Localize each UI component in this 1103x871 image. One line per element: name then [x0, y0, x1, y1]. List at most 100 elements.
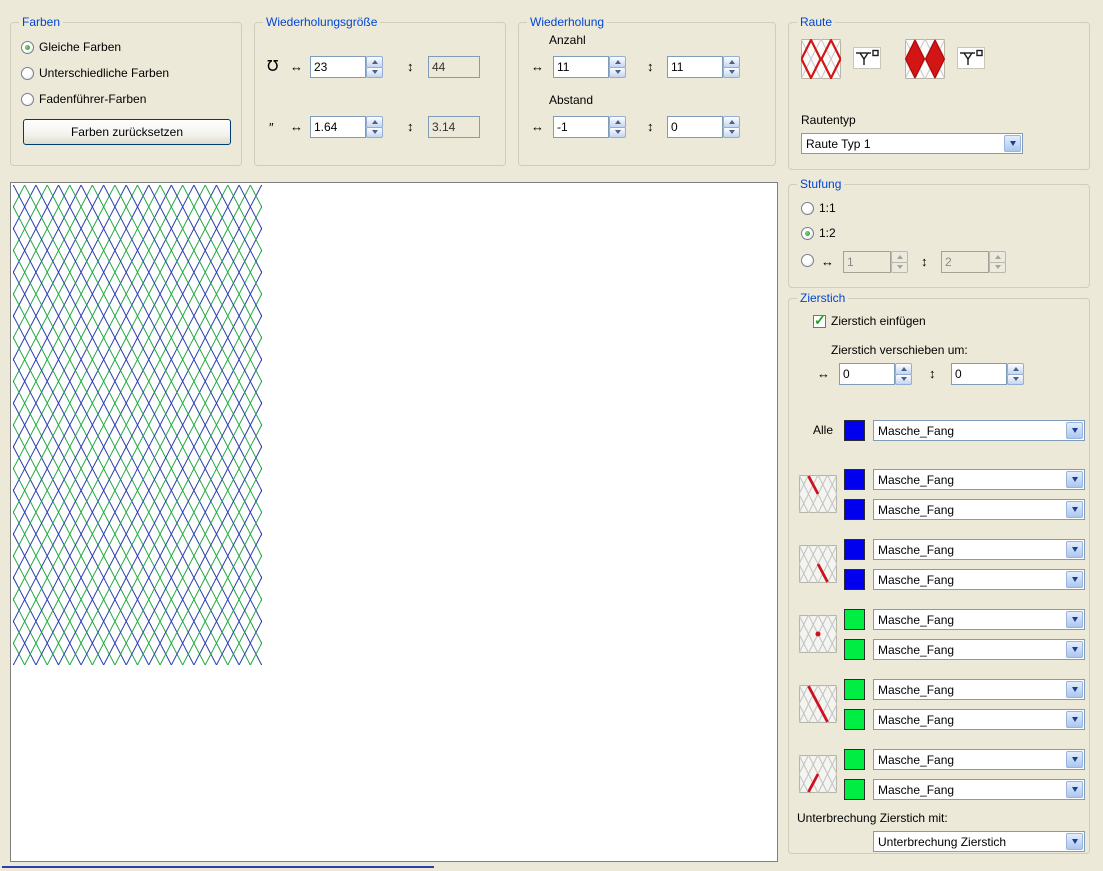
checkbox-icon[interactable] [813, 315, 826, 328]
pattern-canvas[interactable] [10, 182, 778, 862]
radio-icon[interactable] [21, 93, 34, 106]
anzahl-v-input[interactable] [667, 56, 723, 78]
wiederholung-group: Wiederholung Anzahl ↔ ↕ Abstand ↔ ↕ [518, 22, 776, 166]
zierstich-stitch-select[interactable]: Masche_Fang [873, 779, 1085, 800]
spin-down-button[interactable] [609, 127, 626, 139]
radio-stufung-custom[interactable] [801, 253, 814, 267]
chevron-down-icon[interactable] [1066, 751, 1083, 768]
radio-fadenfuehrer-farben[interactable]: Fadenführer-Farben [21, 92, 146, 106]
abstand-h-spinner[interactable] [609, 116, 626, 138]
spin-up-button[interactable] [895, 363, 912, 375]
chevron-down-icon[interactable] [1066, 422, 1083, 439]
color-swatch[interactable] [844, 499, 865, 520]
stufung-v-input [941, 251, 989, 273]
zierstich-stitch-select[interactable]: Masche_Fang [873, 569, 1085, 590]
color-swatch[interactable] [844, 709, 865, 730]
abstand-v-input[interactable] [667, 116, 723, 138]
radio-stufung-1-1[interactable]: 1:1 [801, 201, 836, 215]
chevron-down-icon[interactable] [1066, 833, 1083, 850]
zierstich-einfuegen-checkbox[interactable]: Zierstich einfügen [813, 314, 926, 328]
color-swatch[interactable] [844, 749, 865, 770]
chevron-down-icon[interactable] [1066, 501, 1083, 518]
spin-up-button[interactable] [1007, 363, 1024, 375]
spin-up-button[interactable] [723, 56, 740, 68]
radio-gleiche-farben[interactable]: Gleiche Farben [21, 40, 121, 54]
combo-value: Masche_Fang [874, 473, 1065, 487]
chevron-down-icon[interactable] [1066, 781, 1083, 798]
color-swatch[interactable] [844, 639, 865, 660]
color-swatch[interactable] [844, 779, 865, 800]
spin-up-button[interactable] [609, 56, 626, 68]
radio-icon[interactable] [801, 227, 814, 240]
color-swatch[interactable] [844, 420, 865, 441]
radio-stufung-1-2[interactable]: 1:2 [801, 226, 836, 240]
chevron-down-icon[interactable] [1004, 135, 1021, 152]
radio-icon[interactable] [801, 202, 814, 215]
chevron-down-icon[interactable] [1066, 681, 1083, 698]
zierstich-shift-h-input[interactable] [839, 363, 895, 385]
v-arrow-icon: ↕ [647, 120, 654, 134]
zierstich-stitch-select[interactable]: Masche_Fang [873, 609, 1085, 630]
spin-down-button[interactable] [366, 127, 383, 139]
abstand-v-spinner[interactable] [723, 116, 740, 138]
zierstich-row-icon [799, 475, 837, 513]
spin-up-button [989, 251, 1006, 263]
anzahl-h-input[interactable] [553, 56, 609, 78]
anzahl-h-spinner[interactable] [609, 56, 626, 78]
repeat-width-spinner[interactable] [366, 56, 383, 78]
needle-selection-icon[interactable] [957, 47, 985, 69]
anzahl-v-spinner[interactable] [723, 56, 740, 78]
zierstich-stitch-select[interactable]: Masche_Fang [873, 709, 1085, 730]
chevron-down-icon[interactable] [1066, 611, 1083, 628]
zierstich-shift-h-spinner[interactable] [895, 363, 912, 385]
rautentyp-select[interactable]: Raute Typ 1 [801, 133, 1023, 154]
spin-up-button[interactable] [366, 56, 383, 68]
zierstich-stitch-select[interactable]: Masche_Fang [873, 499, 1085, 520]
chevron-down-icon[interactable] [1066, 711, 1083, 728]
repeat-width-inches-input[interactable] [310, 116, 366, 138]
spin-up-button[interactable] [366, 116, 383, 128]
spin-up-button[interactable] [609, 116, 626, 128]
chevron-down-icon[interactable] [1066, 541, 1083, 558]
zierstich-shift-v-input[interactable] [951, 363, 1007, 385]
chevron-down-icon[interactable] [1066, 571, 1083, 588]
farben-zuruecksetzen-button[interactable]: Farben zurücksetzen [23, 119, 231, 145]
spin-down-button[interactable] [895, 374, 912, 386]
spin-down-button[interactable] [1007, 374, 1024, 386]
color-swatch[interactable] [844, 569, 865, 590]
radio-icon[interactable] [21, 41, 34, 54]
h-arrow-icon: ↔ [817, 367, 830, 381]
color-swatch[interactable] [844, 539, 865, 560]
unterbrechung-select[interactable]: Unterbrechung Zierstich [873, 831, 1085, 852]
raute-outline-icon[interactable] [801, 39, 841, 79]
chevron-down-icon[interactable] [1066, 641, 1083, 658]
zierstich-shift-v-spinner[interactable] [1007, 363, 1024, 385]
repeat-width-inches-spinner[interactable] [366, 116, 383, 138]
spin-down-button[interactable] [723, 127, 740, 139]
raute-filled-icon[interactable] [905, 39, 945, 79]
chevron-down-icon[interactable] [1066, 471, 1083, 488]
radio-icon[interactable] [21, 67, 34, 80]
zierstich-stitch-select[interactable]: Masche_Fang [873, 749, 1085, 770]
repeat-width-stitches-input[interactable] [310, 56, 366, 78]
radio-label: 1:2 [819, 226, 836, 240]
alle-stitch-select[interactable]: Masche_Fang [873, 420, 1085, 441]
spin-up-button[interactable] [723, 116, 740, 128]
color-swatch[interactable] [844, 679, 865, 700]
zierstich-stitch-select[interactable]: Masche_Fang [873, 539, 1085, 560]
radio-label: Gleiche Farben [39, 40, 121, 54]
color-swatch[interactable] [844, 469, 865, 490]
zierstich-stitch-select[interactable]: Masche_Fang [873, 639, 1085, 660]
spin-down-button[interactable] [366, 67, 383, 79]
abstand-label: Abstand [549, 93, 593, 107]
zierstich-stitch-select[interactable]: Masche_Fang [873, 679, 1085, 700]
radio-unterschiedliche-farben[interactable]: Unterschiedliche Farben [21, 66, 169, 80]
spin-down-button[interactable] [723, 67, 740, 79]
radio-icon[interactable] [801, 254, 814, 267]
spin-down-button[interactable] [609, 67, 626, 79]
zierstich-stitch-select[interactable]: Masche_Fang [873, 469, 1085, 490]
abstand-h-input[interactable] [553, 116, 609, 138]
color-swatch[interactable] [844, 609, 865, 630]
zierstich-row-icon [799, 545, 837, 583]
needle-selection-icon[interactable] [853, 47, 881, 69]
